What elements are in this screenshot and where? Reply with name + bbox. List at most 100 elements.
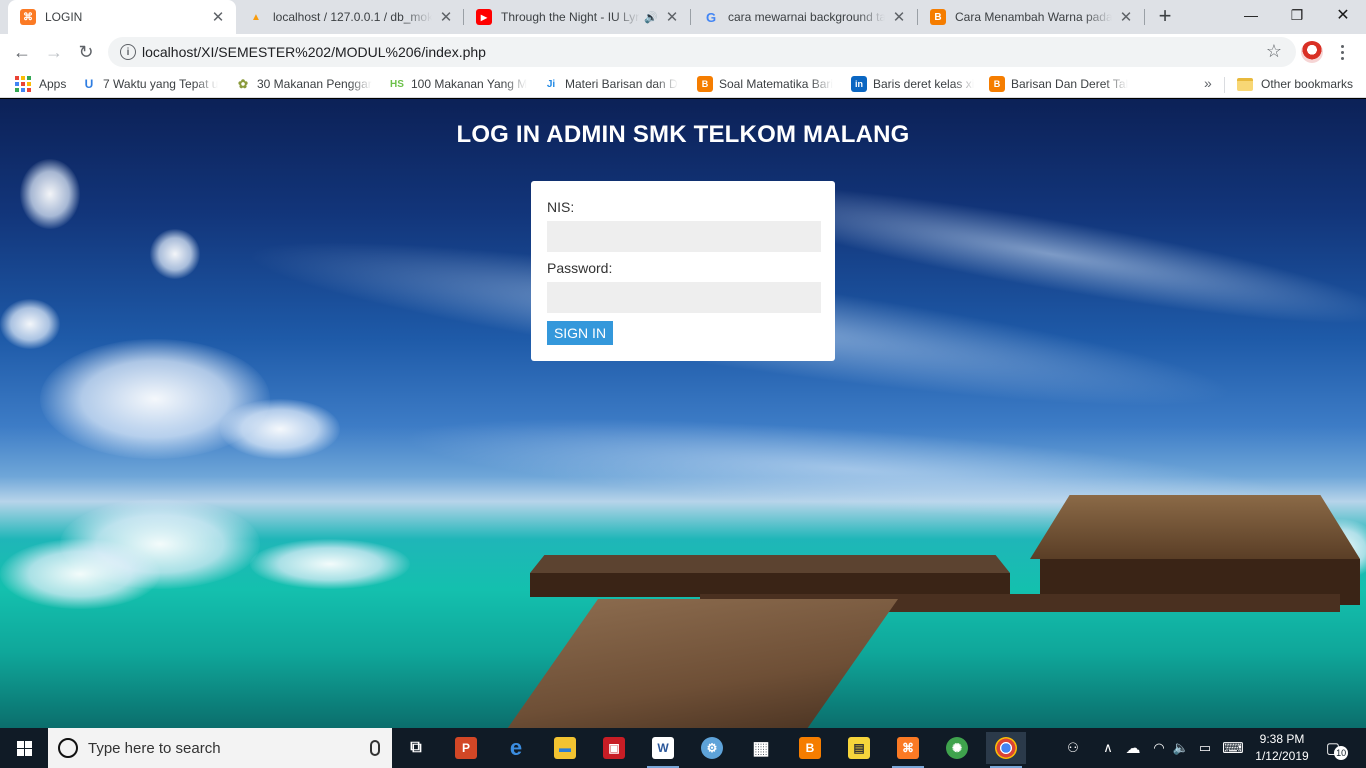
taskbar-app[interactable]: e [496,732,536,764]
browser-toolbar: ← → ↻ i localhost/XI/SEMESTER%202/MODUL%… [0,34,1366,70]
reader-icon: ▣ [603,737,625,759]
tray-overflow-icon[interactable]: ∧ [1098,728,1118,768]
keyboard-icon[interactable]: ⌨ [1220,728,1246,768]
bookmark-item[interactable]: U 7 Waktu yang Tepat u [81,75,221,93]
bookmark-star-icon[interactable]: ☆ [1266,41,1282,62]
tab-title: LOGIN [45,10,83,24]
apps-grid-icon [15,76,31,92]
microphone-icon[interactable] [370,740,380,756]
task-view-icon: ⧉ [410,739,422,756]
people-icon[interactable]: ⚇ [1060,728,1086,768]
youtube-icon: ▶ [476,9,492,25]
bookmark-apps[interactable]: Apps [15,75,66,93]
network-app-icon: ⚙ [701,737,723,759]
bookmark-label: 7 Waktu yang Tepat u [103,77,219,91]
food-icon: ✿ [237,77,249,91]
taskbar-app[interactable]: ⚙ [692,732,732,764]
site-info-icon[interactable]: i [120,44,136,60]
url-text[interactable]: localhost/XI/SEMESTER%202/MODUL%206/inde… [142,44,486,60]
tab-google-search[interactable]: G cara mewarnai background tab ✕ [691,0,917,34]
other-bookmarks[interactable]: Other bookmarks [1237,75,1353,93]
ji-icon: Ji [546,78,556,90]
reload-button[interactable]: ↻ [72,38,100,66]
edge-icon: e [509,735,523,760]
taskbar-app[interactable]: ▬ [545,732,585,764]
tab-strip: ⌘ LOGIN ✕ ▲ localhost / 127.0.0.1 / db_m… [0,0,1366,34]
task-view-button[interactable]: ⧉ [396,732,436,764]
tab-separator [1144,9,1145,25]
new-tab-button[interactable]: + [1153,5,1177,29]
bookmark-item[interactable]: in Baris deret kelas xi [851,75,981,93]
close-icon[interactable]: ✕ [891,9,907,26]
bookmark-item[interactable]: Ji Materi Barisan dan D [543,75,683,93]
phpmyadmin-icon: ▲ [251,11,261,23]
file-explorer-icon: ▬ [554,737,576,759]
maximize-button[interactable]: ❐ [1274,0,1320,30]
cloud [150,229,200,279]
globe-app-icon: ✺ [946,737,968,759]
bookmarks-overflow-icon[interactable]: » [1204,75,1212,91]
taskbar-app[interactable]: ⌘ [888,732,928,768]
bookmark-label: Apps [39,77,67,91]
volume-icon[interactable]: 🔈 [1170,728,1192,768]
windows-logo-icon [16,740,32,756]
resort-row-roof [530,555,1010,573]
close-icon[interactable]: ✕ [1118,9,1134,26]
address-bar[interactable]: i localhost/XI/SEMESTER%202/MODUL%206/in… [108,37,1296,67]
wooden-walkway [500,599,899,728]
action-center-button[interactable]: ▢ 10 [1320,728,1354,768]
onedrive-icon[interactable]: ☁ [1122,728,1144,768]
taskbar-app[interactable]: W [643,732,683,768]
minimize-button[interactable]: — [1228,0,1274,30]
window-close-button[interactable]: ✕ [1320,0,1366,30]
profile-avatar[interactable] [1301,41,1323,63]
taskbar-search-box[interactable]: Type here to search [48,728,392,768]
taskbar-app[interactable]: B [790,732,830,764]
password-input[interactable] [547,282,821,313]
notification-count: 10 [1334,746,1349,760]
taskbar-app[interactable]: ✺ [937,732,977,764]
chrome-menu-button[interactable] [1335,40,1349,64]
bookmark-item[interactable]: B Soal Matematika Bari [697,75,837,93]
xampp-icon: ⌘ [20,9,36,25]
taskbar-app[interactable]: ▦ [741,732,781,764]
tab-login[interactable]: ⌘ LOGIN ✕ [8,0,236,34]
blogger-icon: B [697,76,713,92]
tab-title: Cara Menambah Warna pada T [955,10,1112,24]
resort-bungalow-roof [1030,495,1360,559]
tab-blogger[interactable]: B Cara Menambah Warna pada T ✕ [918,0,1144,34]
tab-title: cara mewarnai background tab [728,10,885,24]
system-clock[interactable]: 9:38 PM 1/12/2019 [1250,731,1314,765]
close-icon[interactable]: ✕ [438,9,454,26]
bookmark-label: Barisan Dan Deret Tal [1011,77,1129,91]
linkedin-icon: in [851,76,867,92]
close-icon[interactable]: ✕ [664,9,680,26]
tab-youtube[interactable]: ▶ Through the Night - IU Lyr 🔊 ✕ [464,0,690,34]
close-icon[interactable]: ✕ [210,9,226,26]
forward-button[interactable]: → [40,38,68,66]
wifi-icon[interactable]: ◠ [1148,728,1170,768]
taskbar-app[interactable]: ▤ [839,732,879,764]
google-icon: G [705,9,717,25]
taskbar-app[interactable]: ▣ [594,732,634,764]
nis-input[interactable] [547,221,821,252]
taskbar-app[interactable] [986,732,1026,768]
bookmark-label: 30 Makanan Penggar [257,77,372,91]
cloud [250,539,410,589]
chrome-icon [995,737,1017,759]
bookmark-item[interactable]: HS 100 Makanan Yang M [389,75,529,93]
hs-icon: HS [390,78,404,90]
speaker-icon[interactable]: 🔊 [644,11,658,24]
bookmark-label: Materi Barisan dan D [565,77,678,91]
bookmark-item[interactable]: B Barisan Dan Deret Tal [989,75,1129,93]
bookmarks-divider [1224,77,1225,93]
powerpoint-viewer-icon: P [455,737,477,759]
tab-phpmyadmin[interactable]: ▲ localhost / 127.0.0.1 / db_mokl ✕ [236,0,464,34]
sign-in-button[interactable]: SIGN IN [547,321,613,345]
start-button[interactable] [0,728,48,768]
back-button[interactable]: ← [8,38,36,66]
bookmark-item[interactable]: ✿ 30 Makanan Penggar [235,75,375,93]
bookmark-label: Soal Matematika Bari [719,77,834,91]
taskbar-app[interactable]: P [446,732,486,764]
battery-icon[interactable]: ▭ [1194,728,1216,768]
